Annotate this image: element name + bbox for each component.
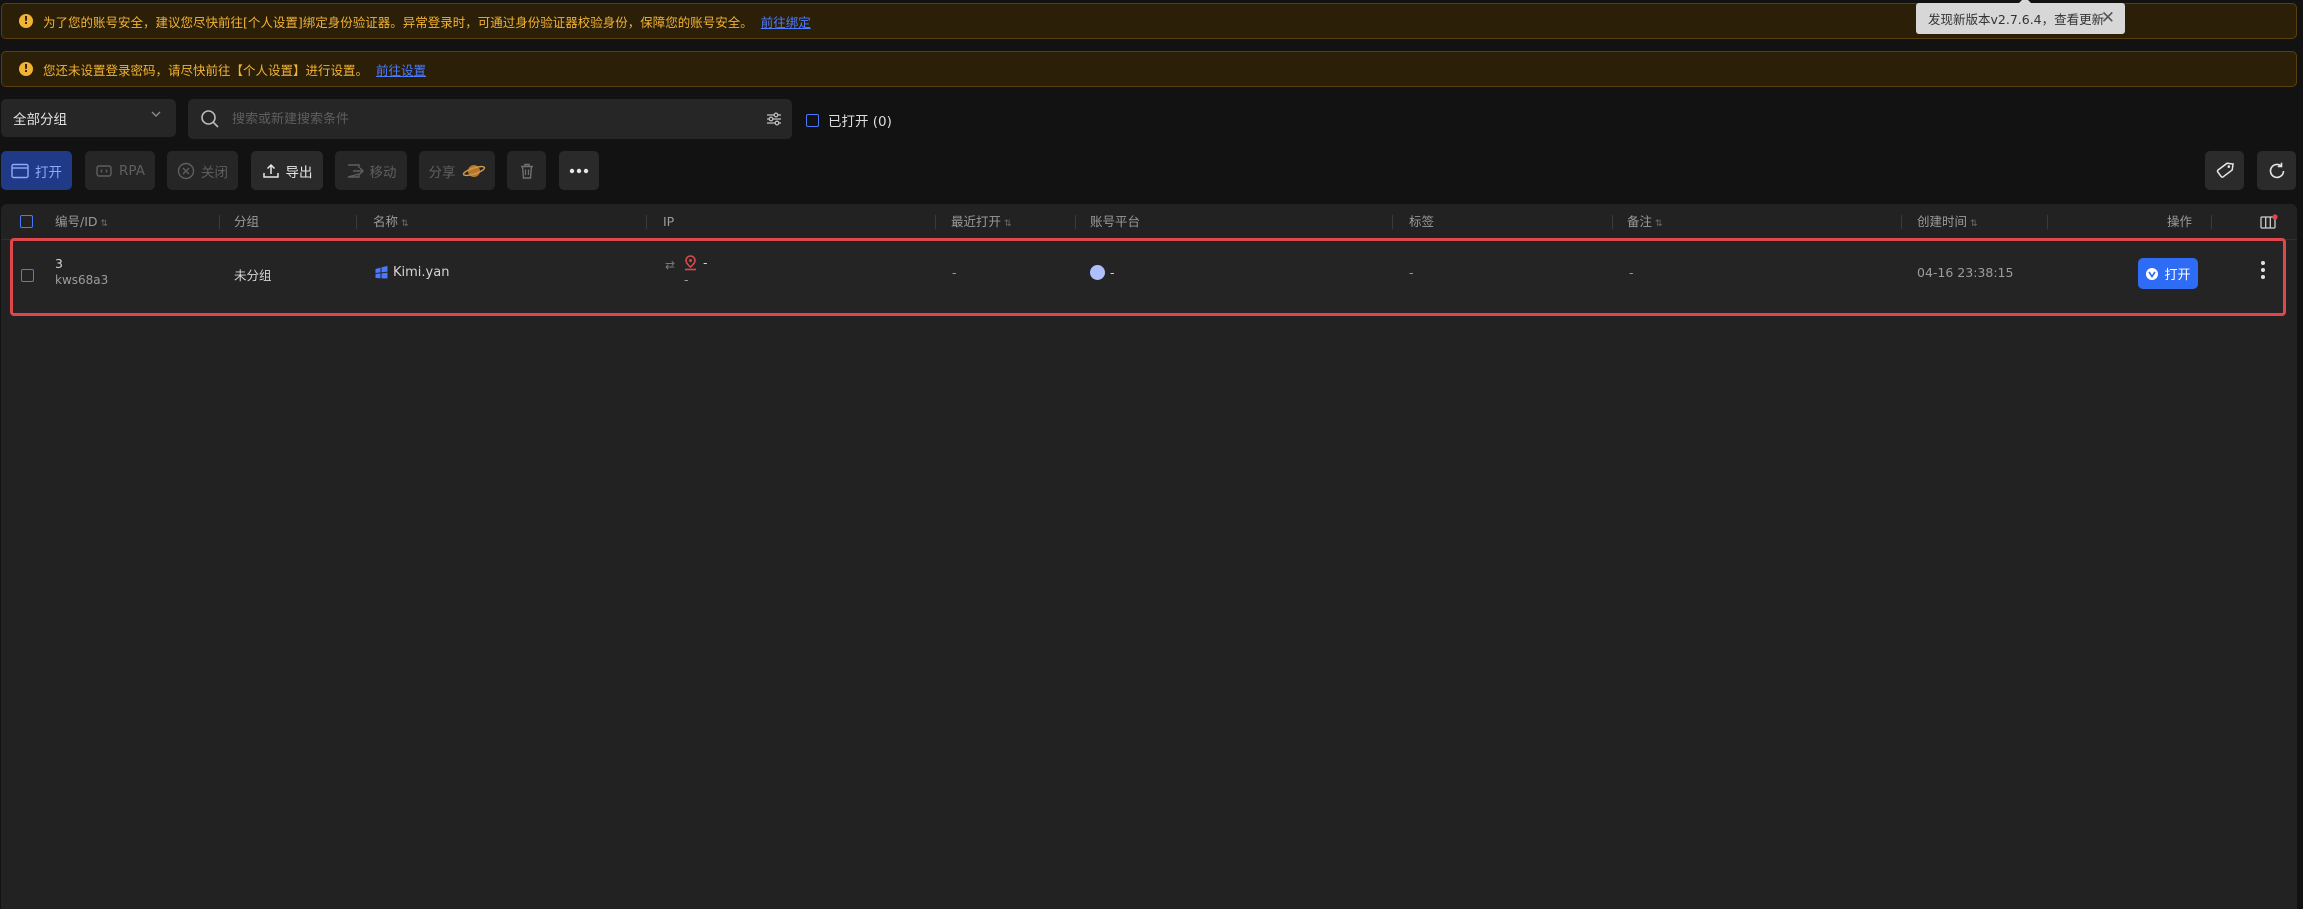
sort-icon: ⇅ xyxy=(1970,219,1978,229)
platform-value: - xyxy=(1110,265,1115,280)
column-settings-icon[interactable] xyxy=(2260,214,2278,234)
tag-button[interactable] xyxy=(2205,151,2244,190)
remark-value: - xyxy=(1629,265,1634,280)
table-header: 编号/ID ⇅ 分组 名称 ⇅ IP 最近打开 ⇅ 账号平台 标签 备注 ⇅ 创建时间 ⇅… xyxy=(1,204,2297,240)
delete-button[interactable] xyxy=(507,151,546,190)
set-password-link[interactable]: 前往设置 xyxy=(376,60,426,79)
upload-icon xyxy=(262,163,279,178)
search-icon xyxy=(200,109,220,133)
rpa-button[interactable]: RPA xyxy=(85,151,155,190)
table-row[interactable]: 3 kws68a3 未分组 Kimi.yan ⇄ - - - - - - 04-… xyxy=(10,238,2286,316)
search-box[interactable] xyxy=(188,99,792,139)
column-divider xyxy=(1612,215,1613,229)
sort-icon: ⇅ xyxy=(401,219,409,229)
more-horizontal-icon xyxy=(569,168,589,173)
tag-icon xyxy=(2216,161,2234,178)
column-header-group: 分组 xyxy=(234,214,260,229)
more-button[interactable] xyxy=(559,151,599,190)
close-circle-icon xyxy=(177,162,195,179)
column-divider xyxy=(1901,215,1902,229)
windows-icon xyxy=(375,265,388,283)
planet-icon xyxy=(462,164,485,177)
column-header-last-open[interactable]: 最近打开 ⇅ xyxy=(951,204,1012,240)
password-notice-banner: ! 您还未设置登录密码，请尽快前往【个人设置】进行设置。 前往设置 xyxy=(1,51,2297,87)
column-header-tags: 标签 xyxy=(1409,214,1435,229)
search-input[interactable] xyxy=(232,107,732,131)
sort-icon: ⇅ xyxy=(1655,219,1663,229)
opened-filter-checkbox[interactable]: 已打开 (0) xyxy=(806,110,892,130)
robot-icon xyxy=(96,164,112,177)
opened-filter-label: 已打开 (0) xyxy=(828,114,892,130)
column-divider xyxy=(935,215,936,229)
move-button[interactable]: 移动 xyxy=(335,151,407,190)
column-divider xyxy=(356,215,357,229)
sort-icon: ⇅ xyxy=(1004,219,1012,229)
platform-icon xyxy=(1090,265,1105,280)
refresh-button[interactable] xyxy=(2257,151,2296,190)
column-header-remark[interactable]: 备注 ⇅ xyxy=(1627,204,1663,240)
update-toast[interactable]: 发现新版本v2.7.6.4，查看更新 ✕ xyxy=(1916,0,2125,34)
column-divider xyxy=(2211,215,2212,229)
profile-number: 3 xyxy=(55,256,63,271)
column-header-created[interactable]: 创建时间 ⇅ xyxy=(1917,204,1978,240)
browser-window-icon xyxy=(11,163,29,178)
column-divider xyxy=(1075,215,1076,229)
password-notice-text: 您还未设置登录密码，请尽快前往【个人设置】进行设置。 xyxy=(43,62,369,78)
export-button[interactable]: 导出 xyxy=(251,151,323,190)
profile-id: kws68a3 xyxy=(55,273,109,287)
swap-icon: ⇄ xyxy=(665,258,676,272)
ip-value: - xyxy=(703,255,708,270)
checkbox[interactable] xyxy=(806,113,819,127)
move-icon xyxy=(347,163,364,178)
warning-icon: ! xyxy=(19,14,33,28)
chevron-down-icon xyxy=(150,108,162,124)
profile-name[interactable]: Kimi.yan xyxy=(393,265,449,280)
open-profile-button[interactable]: 打开 xyxy=(2138,258,2198,289)
close-button[interactable]: 关闭 xyxy=(167,151,238,190)
profile-group: 未分组 xyxy=(234,268,272,283)
share-button[interactable]: 分享 xyxy=(419,151,495,190)
trash-icon xyxy=(520,163,533,179)
column-header-name[interactable]: 名称 ⇅ xyxy=(373,204,409,240)
group-select[interactable]: 全部分组 xyxy=(1,99,176,137)
row-checkbox[interactable] xyxy=(21,269,34,282)
more-vertical-icon[interactable] xyxy=(2258,259,2268,285)
tags-value: - xyxy=(1409,265,1414,280)
select-all-checkbox[interactable] xyxy=(20,215,33,228)
profile-table: 编号/ID ⇅ 分组 名称 ⇅ IP 最近打开 ⇅ 账号平台 标签 备注 ⇅ 创建时间 ⇅… xyxy=(1,204,2297,909)
ip-sub-value: - xyxy=(684,272,689,287)
column-divider xyxy=(2047,215,2048,229)
warning-icon: ! xyxy=(19,62,33,76)
group-select-value: 全部分组 xyxy=(13,112,67,128)
column-header-actions: 操作 xyxy=(2167,214,2193,229)
column-header-ip: IP xyxy=(663,214,675,229)
update-toast-text[interactable]: 发现新版本v2.7.6.4，查看更新 xyxy=(1928,9,2104,28)
refresh-icon xyxy=(2269,162,2284,178)
open-button[interactable]: 打开 xyxy=(1,151,72,190)
filter-settings-icon[interactable] xyxy=(766,111,782,131)
browser-logo-icon xyxy=(2146,267,2159,280)
close-icon[interactable]: ✕ xyxy=(2101,8,2115,28)
column-header-id[interactable]: 编号/ID ⇅ xyxy=(55,204,108,240)
sort-icon: ⇅ xyxy=(100,219,109,229)
column-divider xyxy=(646,215,647,229)
last-open-value: - xyxy=(952,265,957,280)
created-time: 04-16 23:38:15 xyxy=(1917,265,2014,280)
security-notice-text: 为了您的账号安全，建议您尽快前往[个人设置]绑定身份验证器。异常登录时，可通过身… xyxy=(43,14,753,30)
column-divider xyxy=(219,215,220,229)
column-header-platform: 账号平台 xyxy=(1090,214,1141,229)
bind-authenticator-link[interactable]: 前往绑定 xyxy=(761,12,811,31)
column-divider xyxy=(1392,215,1393,229)
